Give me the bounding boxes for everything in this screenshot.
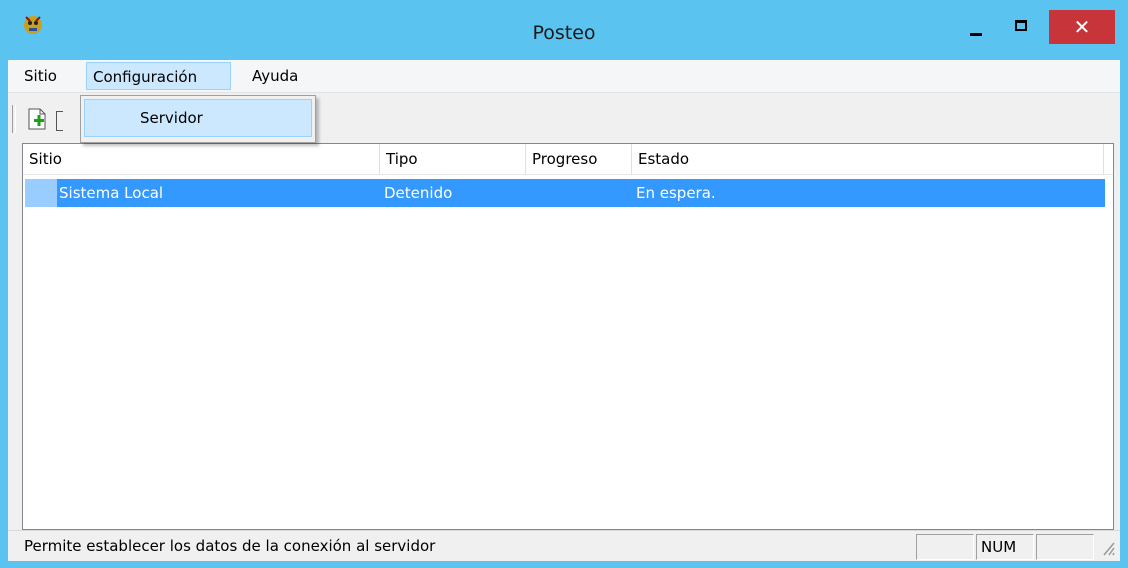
menu-ayuda[interactable]: Ayuda: [246, 64, 304, 88]
menu-configuracion[interactable]: Configuración: [86, 62, 231, 90]
sites-list[interactable]: Sitio Tipo Progreso Estado Sistema Local…: [22, 143, 1114, 530]
new-site-icon[interactable]: [26, 107, 48, 131]
status-pane-num: NUM: [976, 534, 1034, 560]
cell-tipo: Detenido: [384, 184, 453, 202]
status-pane-3: [1036, 534, 1094, 560]
cell-sitio: Sistema Local: [59, 184, 164, 202]
column-header-sitio[interactable]: Sitio: [23, 144, 380, 174]
menu-bar: Sitio Configuración Ayuda: [8, 60, 1120, 93]
status-pane-1: [916, 534, 974, 560]
status-bar: Permite establecer los datos de la conex…: [8, 530, 1120, 561]
column-header-tipo[interactable]: Tipo: [380, 144, 526, 174]
cell-estado: En espera.: [636, 184, 716, 202]
toolbar-button-partial[interactable]: [56, 111, 63, 131]
app-window: Posteo ✕ Sitio Configuración Ayuda Sitio: [0, 0, 1128, 568]
menu-item-servidor-label: Servidor: [140, 109, 203, 127]
menu-item-servidor[interactable]: Servidor: [84, 99, 312, 137]
resize-grip-icon[interactable]: [1098, 537, 1116, 557]
column-header-progreso[interactable]: Progreso: [526, 144, 632, 174]
toolbar-separator: [12, 105, 16, 133]
column-header-estado[interactable]: Estado: [632, 144, 1104, 174]
minimize-button[interactable]: [958, 12, 994, 46]
table-row[interactable]: Sistema Local Detenido En espera.: [25, 179, 1105, 207]
row-state-icon: [25, 179, 57, 207]
menu-sitio[interactable]: Sitio: [18, 64, 63, 88]
status-message: Permite establecer los datos de la conex…: [24, 537, 436, 555]
title-bar[interactable]: Posteo ✕: [0, 0, 1128, 60]
close-button[interactable]: ✕: [1049, 10, 1115, 44]
close-icon: ✕: [1073, 15, 1091, 39]
list-header: Sitio Tipo Progreso Estado: [23, 144, 1113, 175]
maximize-button[interactable]: [1004, 12, 1040, 46]
configuracion-dropdown: Servidor: [80, 95, 316, 143]
